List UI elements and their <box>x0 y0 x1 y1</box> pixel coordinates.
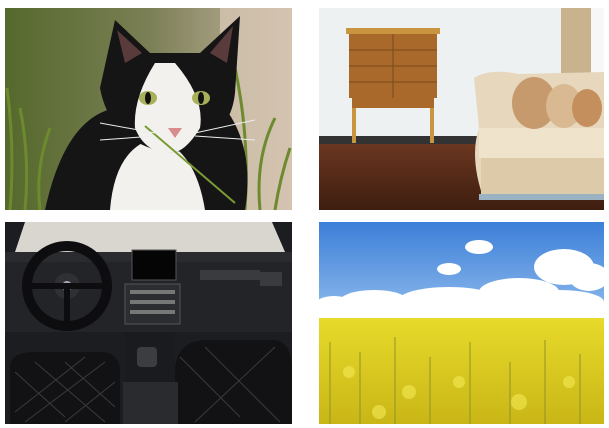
gallery-image-cat[interactable] <box>5 8 292 210</box>
gallery-image-room[interactable] <box>319 8 604 210</box>
gallery-image-rapeseed-field[interactable] <box>319 222 604 424</box>
car-interior-icon <box>5 222 292 424</box>
furniture-room-icon <box>319 8 604 210</box>
rapeseed-field-icon <box>319 222 604 424</box>
image-gallery <box>0 0 609 428</box>
gallery-image-car-interior[interactable] <box>5 222 292 424</box>
cat-icon <box>5 8 292 210</box>
